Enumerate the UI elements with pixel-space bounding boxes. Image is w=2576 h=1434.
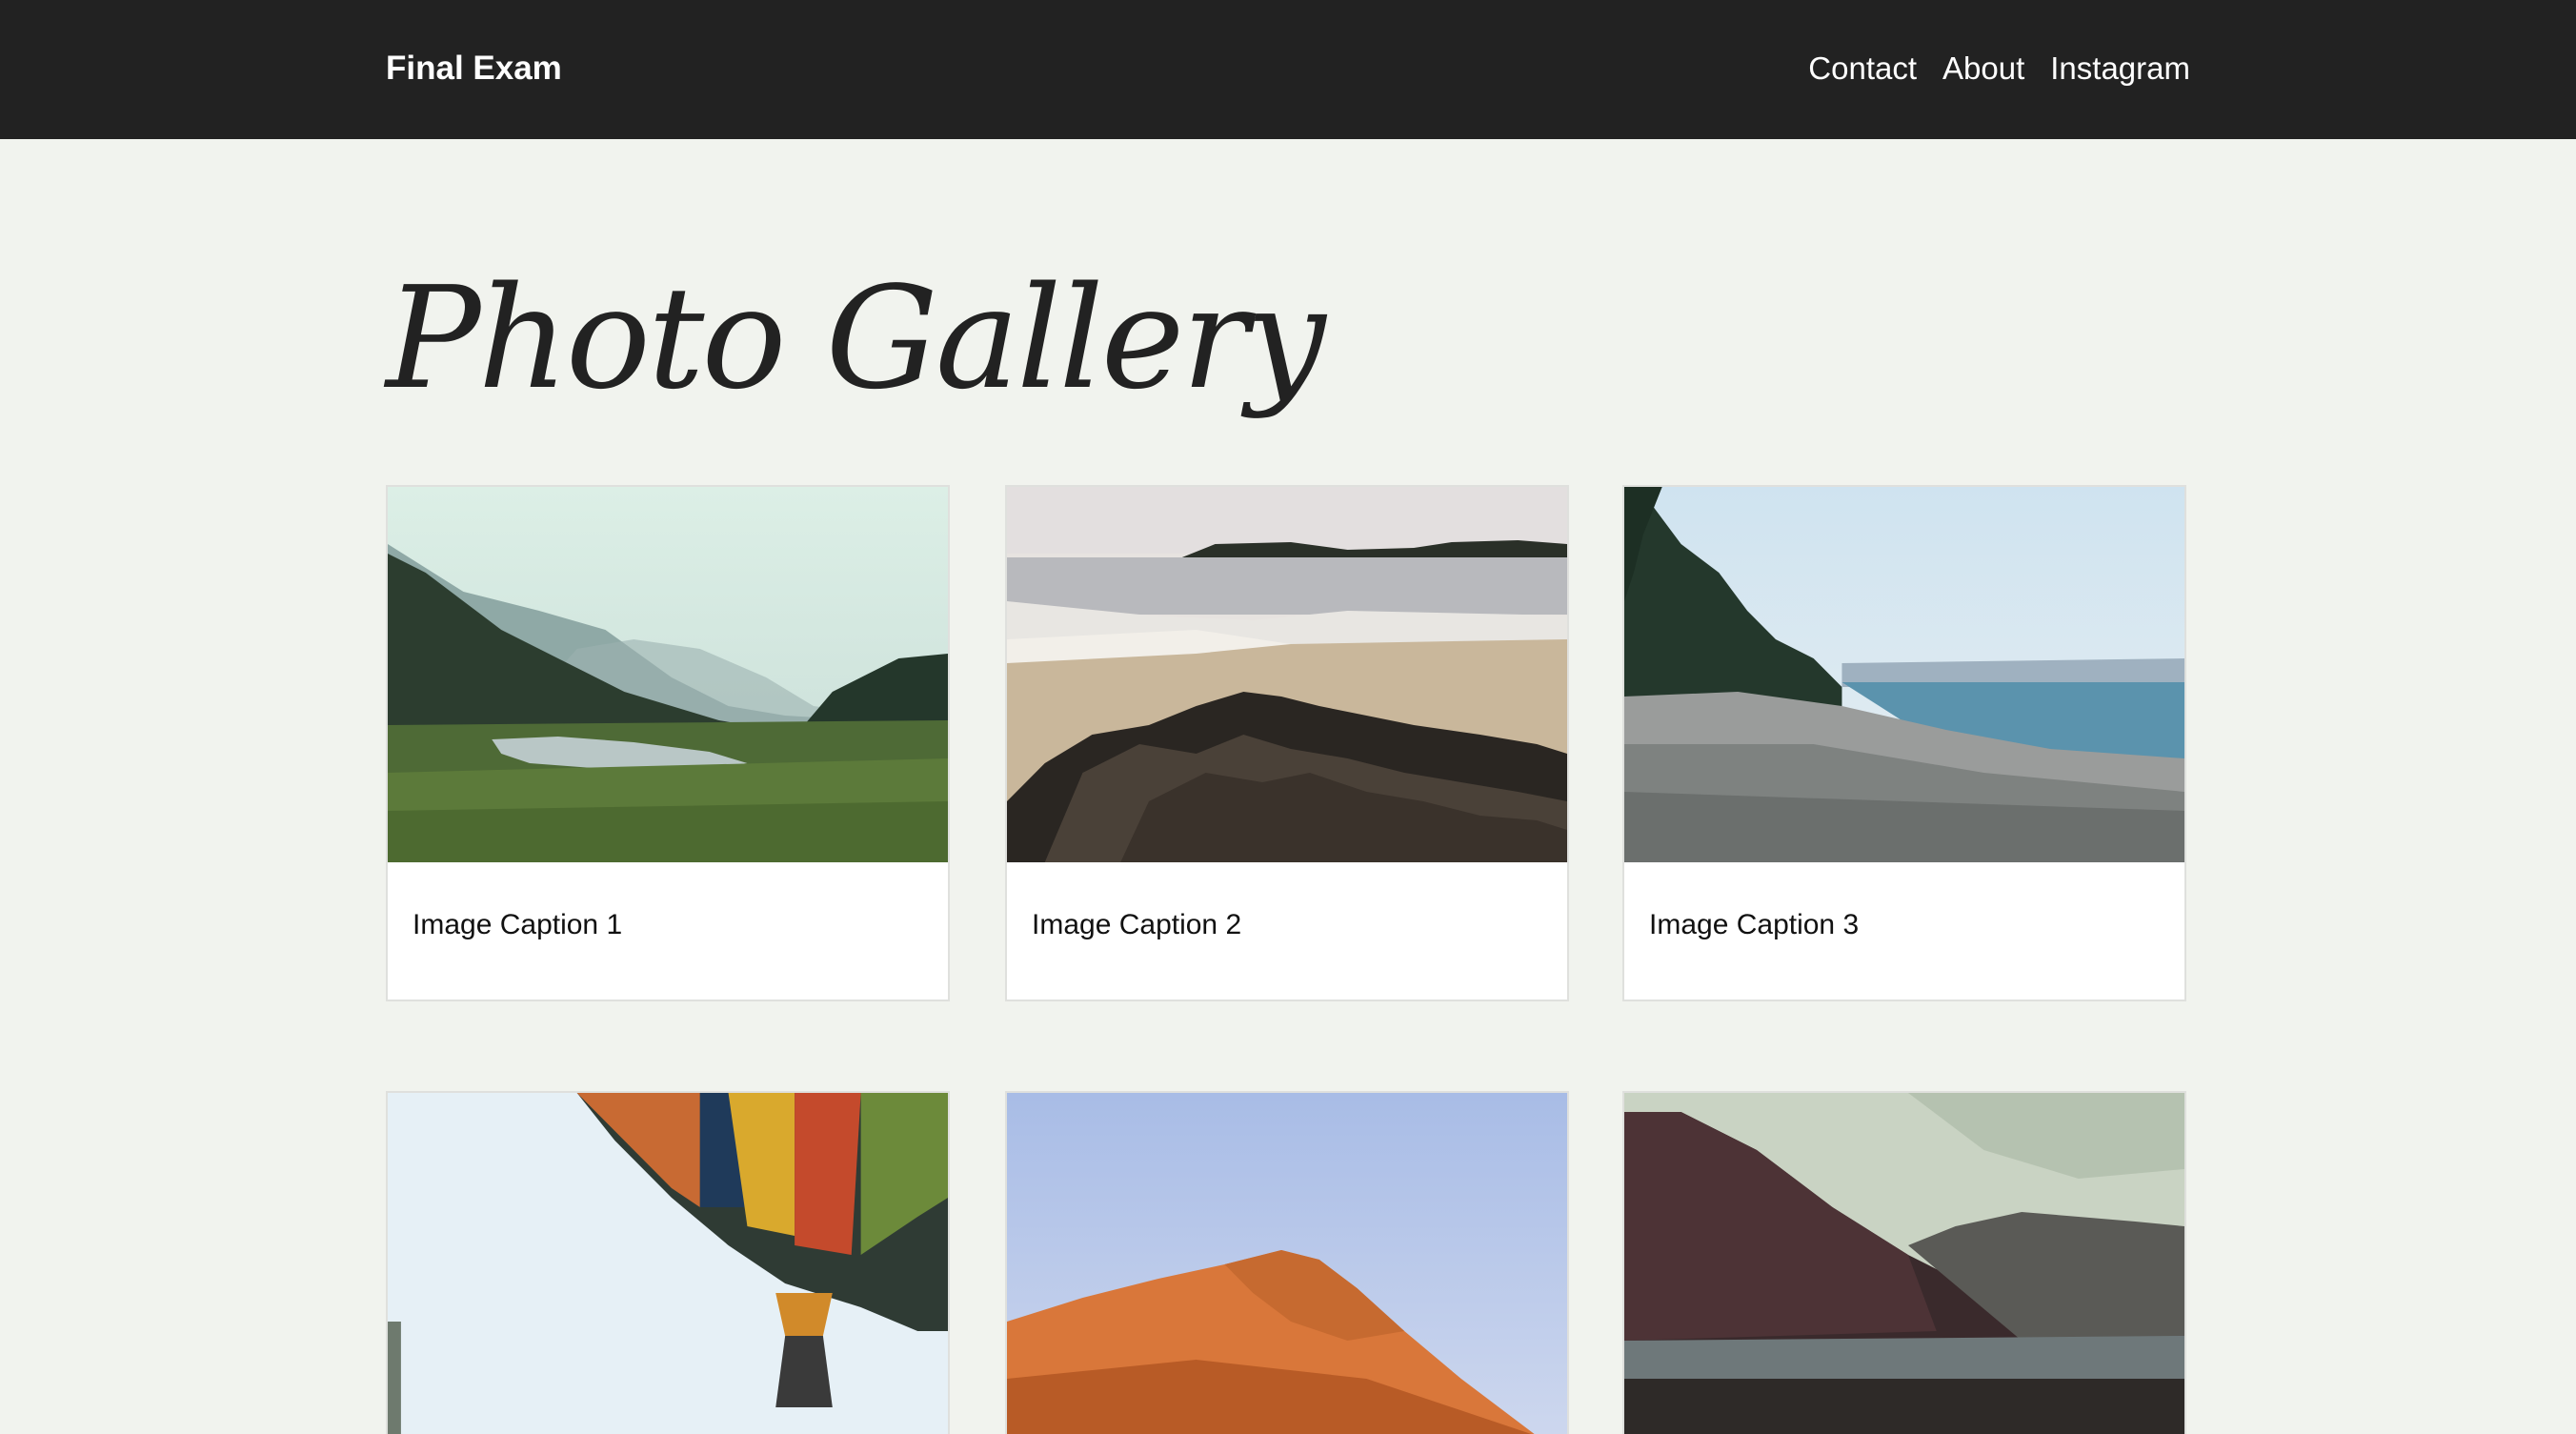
image-caption: Image Caption 1 bbox=[413, 909, 623, 940]
gallery-card-4[interactable] bbox=[386, 1091, 950, 1434]
nav-links: Contact About Instagram bbox=[1808, 48, 2190, 90]
nav-link-instagram[interactable]: Instagram bbox=[2050, 48, 2190, 90]
page-title: Photo Gallery bbox=[386, 256, 1326, 420]
brand-link[interactable]: Final Exam bbox=[386, 48, 562, 90]
image-caption: Image Caption 3 bbox=[1649, 909, 1860, 940]
photo-forest-river bbox=[388, 487, 948, 862]
gallery-card-6[interactable] bbox=[1622, 1091, 2186, 1434]
nav-link-about[interactable]: About bbox=[1942, 48, 2024, 90]
gallery-card-3[interactable]: Image Caption 3 bbox=[1622, 485, 2186, 1001]
navbar: Final Exam Contact About Instagram bbox=[0, 0, 2576, 139]
gallery-card-2[interactable]: Image Caption 2 bbox=[1005, 485, 1569, 1001]
photo-rocky-beach bbox=[1007, 487, 1567, 862]
photo-dark-mountains bbox=[1624, 1093, 2184, 1434]
image-caption: Image Caption 2 bbox=[1032, 909, 1242, 940]
nav-link-contact[interactable]: Contact bbox=[1808, 48, 1917, 90]
photo-sand-dune bbox=[1007, 1093, 1567, 1434]
photo-hot-air-balloon bbox=[388, 1093, 948, 1434]
photo-pebble-shore bbox=[1624, 487, 2184, 862]
gallery-card-1[interactable]: Image Caption 1 bbox=[386, 485, 950, 1001]
gallery-card-5[interactable] bbox=[1005, 1091, 1569, 1434]
